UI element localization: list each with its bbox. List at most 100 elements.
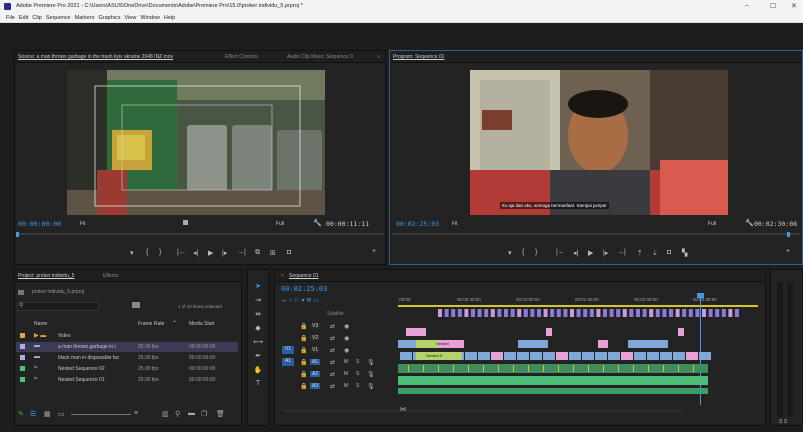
close-button[interactable]: ✕ bbox=[791, 2, 797, 10]
overwrite-icon[interactable]: ⊞ bbox=[270, 249, 276, 257]
subtitle-clip[interactable] bbox=[715, 309, 720, 317]
project-row[interactable]: ▶ ▬ Video bbox=[16, 331, 238, 341]
solo-button[interactable]: S bbox=[356, 359, 359, 365]
type-tool-icon[interactable]: T bbox=[253, 380, 263, 390]
sort-icons-icon[interactable]: ≡ bbox=[134, 410, 138, 417]
track-sync-icon[interactable]: ⇄ bbox=[330, 335, 335, 342]
subtitle-clip[interactable] bbox=[497, 309, 502, 317]
mark-in-icon[interactable]: { bbox=[146, 249, 148, 256]
audio-keyframe[interactable] bbox=[468, 365, 469, 372]
video-clip[interactable] bbox=[530, 352, 542, 360]
subtitle-clip[interactable] bbox=[695, 309, 700, 317]
source-scrub-bar[interactable] bbox=[16, 233, 384, 235]
maximize-button[interactable]: ☐ bbox=[770, 2, 776, 10]
source-full-select[interactable]: Full bbox=[276, 221, 284, 227]
solo-buttons[interactable]: S S bbox=[779, 419, 787, 425]
eye-icon[interactable]: ◉ bbox=[344, 347, 349, 354]
source-timecode[interactable]: 00:00:00:00 bbox=[18, 220, 61, 228]
track-lock-icon[interactable]: 🔒 bbox=[300, 359, 307, 366]
video-clip[interactable] bbox=[598, 340, 608, 348]
selection-tool-icon[interactable]: ➤ bbox=[253, 282, 263, 292]
subtitle-clip[interactable] bbox=[570, 309, 574, 317]
label-color-chip[interactable] bbox=[20, 366, 25, 371]
source-playhead[interactable] bbox=[16, 232, 19, 237]
program-go-to-in-icon[interactable]: |← bbox=[556, 249, 565, 256]
program-scrub-bar[interactable] bbox=[392, 233, 800, 235]
subtitle-clip[interactable] bbox=[550, 309, 555, 317]
label-color-chip[interactable] bbox=[20, 333, 25, 338]
eye-icon[interactable]: ◉ bbox=[344, 323, 349, 330]
subtitle-clip[interactable] bbox=[583, 309, 588, 317]
source-patch-a1[interactable]: A1 bbox=[282, 358, 294, 366]
track-sync-icon[interactable]: ⇄ bbox=[330, 347, 335, 354]
subtitle-clip[interactable] bbox=[517, 309, 522, 317]
audio-keyframe[interactable] bbox=[618, 365, 619, 372]
video-clip[interactable] bbox=[582, 352, 594, 360]
add-button-icon[interactable]: + bbox=[372, 248, 376, 255]
scroll-handle-icon[interactable]: ⋈ bbox=[400, 406, 406, 413]
label-color-chip[interactable] bbox=[20, 344, 25, 349]
track-lock-icon[interactable]: 🔒 bbox=[300, 323, 307, 330]
program-step-forward-icon[interactable]: |▸ bbox=[603, 249, 608, 257]
eye-icon[interactable]: ◉ bbox=[344, 335, 349, 342]
subtitle-clip[interactable] bbox=[438, 309, 442, 317]
program-full-select[interactable]: Full bbox=[708, 221, 716, 227]
mute-button[interactable]: M bbox=[344, 371, 348, 377]
program-add-button-icon[interactable]: + bbox=[786, 248, 790, 255]
label-color-chip[interactable] bbox=[20, 355, 25, 360]
subtitle-clip[interactable] bbox=[622, 309, 627, 317]
solo-button[interactable]: S bbox=[356, 371, 359, 377]
work-area-bar[interactable] bbox=[398, 305, 758, 307]
subtitle-clip[interactable] bbox=[556, 309, 561, 317]
program-mark-in-icon[interactable]: { bbox=[522, 249, 524, 256]
subtitle-clip[interactable] bbox=[504, 309, 508, 317]
video-clip[interactable] bbox=[406, 328, 426, 336]
subtitle-clip[interactable] bbox=[669, 309, 673, 317]
timeline-scrollbar[interactable] bbox=[283, 409, 683, 412]
video-clip[interactable] bbox=[628, 340, 668, 348]
video-clip[interactable] bbox=[595, 352, 607, 360]
audio-keyframe[interactable] bbox=[498, 365, 499, 372]
track-label[interactable]: V3 bbox=[310, 323, 321, 329]
video-clip[interactable] bbox=[504, 352, 516, 360]
audio-keyframe[interactable] bbox=[543, 365, 544, 372]
track-label[interactable]: V1 bbox=[310, 347, 321, 353]
track-select-tool-icon[interactable]: ⇥ bbox=[253, 296, 263, 306]
program-playhead[interactable] bbox=[787, 232, 790, 237]
project-search-input[interactable] bbox=[17, 302, 99, 311]
pen-tool-icon[interactable]: ✒ bbox=[253, 352, 263, 362]
tab-source[interactable]: Source: a man throws garbage in the tras… bbox=[18, 54, 173, 60]
tab-audio-clip-mixer[interactable]: Audio Clip Mixer: Sequence 0 bbox=[287, 54, 353, 60]
video-clip[interactable] bbox=[517, 352, 529, 360]
audio-clip[interactable] bbox=[398, 376, 708, 385]
solo-button[interactable]: S bbox=[356, 383, 359, 389]
video-clip[interactable] bbox=[673, 352, 685, 360]
track-label[interactable]: V2 bbox=[310, 335, 321, 341]
step-back-icon[interactable]: ◂| bbox=[193, 249, 198, 257]
menu-file[interactable]: File bbox=[6, 15, 15, 21]
column-name[interactable]: Name bbox=[34, 321, 47, 327]
tabs-overflow-icon[interactable]: » bbox=[377, 54, 380, 60]
track-sync-icon[interactable]: ⇄ bbox=[330, 371, 335, 378]
project-row[interactable]: ⌗ Nested Sequence 01 25.00 fps 00:00:00:00 bbox=[16, 375, 238, 385]
step-forward-icon[interactable]: |▸ bbox=[222, 249, 227, 257]
subtitle-clip[interactable] bbox=[444, 309, 449, 317]
microphone-icon[interactable]: 🎙 bbox=[367, 359, 375, 366]
subtitle-clip[interactable] bbox=[477, 309, 482, 317]
subtitle-clip[interactable] bbox=[576, 309, 581, 317]
subtitle-clip[interactable] bbox=[510, 309, 515, 317]
audio-keyframe[interactable] bbox=[528, 365, 529, 372]
video-clip[interactable] bbox=[660, 352, 672, 360]
column-frame-rate[interactable]: Frame Rate bbox=[138, 321, 164, 327]
audio-keyframe[interactable] bbox=[558, 365, 559, 372]
track-lock-icon[interactable]: 🔒 bbox=[300, 383, 307, 390]
audio-keyframe[interactable] bbox=[588, 365, 589, 372]
program-timecode[interactable]: 00:02:25:03 bbox=[396, 220, 439, 228]
playhead-handle[interactable] bbox=[697, 293, 704, 298]
minimize-button[interactable]: – bbox=[745, 2, 749, 9]
go-to-out-icon[interactable]: →| bbox=[237, 249, 246, 256]
lift-icon[interactable]: ⇡ bbox=[637, 249, 643, 257]
audio-keyframe[interactable] bbox=[663, 365, 664, 372]
audio-keyframe[interactable] bbox=[438, 365, 439, 372]
new-item-icon[interactable]: ❐ bbox=[201, 410, 207, 418]
